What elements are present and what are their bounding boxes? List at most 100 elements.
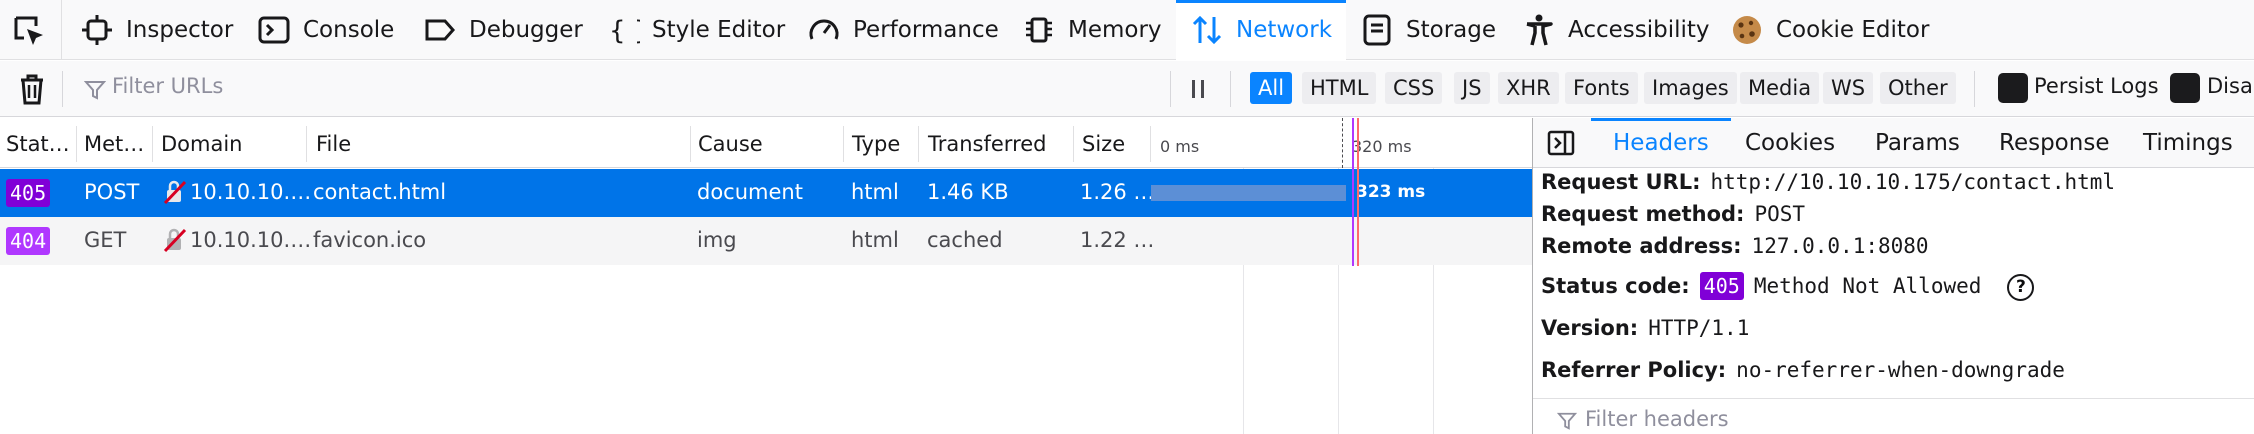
- transferred-cell: 1.46 KB: [927, 180, 1009, 204]
- persist-logs-label: Persist Logs: [2034, 74, 2159, 98]
- column-domain[interactable]: Domain: [161, 132, 243, 156]
- filter-type-xhr[interactable]: XHR: [1498, 72, 1559, 104]
- persist-logs-checkbox[interactable]: [1998, 73, 2028, 103]
- transferred-cell: cached: [927, 228, 1003, 252]
- devtools-toolbar: Inspector Console Debugger { } Style Edi…: [0, 0, 2254, 60]
- remote-address-label: Remote address:: [1541, 234, 1742, 258]
- tab-style-editor[interactable]: { } Style Editor: [606, 0, 785, 60]
- waterfall-tick: 320 ms: [1352, 137, 1412, 156]
- performance-icon: [809, 19, 839, 40]
- filter-type-js[interactable]: JS: [1454, 72, 1490, 104]
- filter-headers-input[interactable]: Filter headers: [1585, 407, 1729, 431]
- tab-accessibility[interactable]: Accessibility: [1522, 0, 1710, 60]
- remote-address-row: Remote address: 127.0.0.1:8080: [1541, 234, 1929, 258]
- file-cell: favicon.ico: [313, 228, 427, 252]
- column-size[interactable]: Size: [1082, 132, 1125, 156]
- version-row: Version: HTTP/1.1: [1541, 316, 1749, 340]
- svg-text:{ }: { }: [609, 16, 640, 46]
- request-method-label: Request method:: [1541, 202, 1745, 226]
- tab-label: Console: [303, 17, 395, 43]
- disable-cache-checkbox[interactable]: [2170, 73, 2200, 103]
- column-type[interactable]: Type: [852, 132, 900, 156]
- referrer-policy-row: Referrer Policy: no-referrer-when-downgra…: [1541, 358, 2065, 382]
- table-row[interactable]: 405 POST 10.10.10.… contact.html documen…: [0, 169, 1532, 217]
- dom-content-loaded-marker: [1352, 118, 1354, 266]
- tab-label: Cookie Editor: [1776, 17, 1930, 43]
- column-divider: [1150, 126, 1151, 162]
- tab-label: Network: [1236, 17, 1333, 43]
- element-picker-button[interactable]: [0, 0, 62, 60]
- filter-type-other[interactable]: Other: [1880, 72, 1956, 104]
- waterfall-time: 323 ms: [1356, 182, 1426, 202]
- method-cell: POST: [84, 180, 140, 204]
- column-transferred[interactable]: Transferred: [928, 132, 1047, 156]
- pause-icon[interactable]: [1190, 79, 1206, 99]
- filter-type-fonts[interactable]: Fonts: [1565, 72, 1638, 104]
- request-method-row: Request method: POST: [1541, 202, 1805, 226]
- filter-type-images[interactable]: Images: [1644, 72, 1737, 104]
- request-url-row: Request URL: http://10.10.10.175/contact.…: [1541, 170, 2115, 194]
- accessibility-icon: [1526, 14, 1553, 46]
- tab-label: Debugger: [469, 17, 583, 43]
- tab-console[interactable]: Console: [257, 0, 394, 60]
- column-divider: [306, 126, 307, 162]
- domain-cell: 10.10.10.…: [190, 180, 312, 204]
- column-cause[interactable]: Cause: [698, 132, 763, 156]
- details-tabs: Headers Cookies Params Response Timings: [1533, 118, 2254, 168]
- request-url-label: Request URL:: [1541, 170, 1701, 194]
- tab-label: Storage: [1406, 17, 1496, 43]
- tab-label: Style Editor: [652, 17, 786, 43]
- filter-type-all[interactable]: All: [1250, 72, 1293, 104]
- insecure-lock-icon: [163, 180, 187, 205]
- column-divider: [690, 126, 691, 162]
- tab-cookie-editor[interactable]: Cookie Editor: [1730, 0, 1929, 60]
- filter-type-css[interactable]: CSS: [1385, 72, 1443, 104]
- tab-debugger[interactable]: Debugger: [423, 0, 583, 60]
- cookie-icon: [1733, 16, 1761, 44]
- tab-network[interactable]: Network: [1176, 0, 1346, 60]
- size-cell: 1.22 …: [1080, 228, 1155, 252]
- column-file[interactable]: File: [316, 132, 351, 156]
- request-method-value: POST: [1754, 202, 1806, 226]
- filter-type-html[interactable]: HTML: [1302, 72, 1377, 104]
- tab-timings[interactable]: Timings: [2143, 118, 2233, 168]
- column-divider: [76, 126, 77, 162]
- filter-type-media[interactable]: Media: [1740, 72, 1820, 104]
- tab-performance[interactable]: Performance: [807, 0, 999, 60]
- tab-headers[interactable]: Headers: [1591, 118, 1731, 168]
- column-method[interactable]: Met…: [84, 132, 144, 156]
- referrer-policy-value: no-referrer-when-downgrade: [1736, 358, 2065, 382]
- column-divider: [1073, 126, 1074, 162]
- version-value: HTTP/1.1: [1648, 316, 1750, 340]
- waterfall-bar: [1151, 185, 1346, 201]
- type-cell: html: [851, 228, 899, 252]
- tab-memory[interactable]: Memory: [1022, 0, 1162, 60]
- filter-urls-input[interactable]: Filter URLs: [112, 74, 1162, 104]
- toggle-panel-icon[interactable]: [1547, 130, 1575, 156]
- clear-requests-icon[interactable]: [14, 71, 50, 107]
- status-text: Method Not Allowed: [1753, 274, 1982, 298]
- waterfall-tick: 0 ms: [1160, 137, 1200, 156]
- filter-type-ws[interactable]: WS: [1823, 72, 1874, 104]
- insecure-lock-icon: [163, 228, 187, 253]
- tab-cookies[interactable]: Cookies: [1745, 118, 1835, 168]
- tab-label: Inspector: [126, 17, 234, 43]
- request-list: Stat… Met… Domain File Cause Type Transf…: [0, 118, 1532, 434]
- disable-cache-label: Disal: [2207, 74, 2254, 98]
- tab-response[interactable]: Response: [1999, 118, 2109, 168]
- storage-icon: [1363, 14, 1391, 46]
- tab-params[interactable]: Params: [1875, 118, 1960, 168]
- filter-headers-bar: Filter headers: [1533, 398, 2254, 434]
- table-row[interactable]: 404 GET 10.10.10.… favicon.ico img html …: [0, 217, 1532, 265]
- help-icon[interactable]: ?: [2007, 273, 2035, 301]
- remote-address-value: 127.0.0.1:8080: [1751, 234, 1929, 258]
- tab-storage[interactable]: Storage: [1360, 0, 1496, 60]
- file-cell: contact.html: [313, 180, 447, 204]
- tab-inspector[interactable]: Inspector: [80, 0, 233, 60]
- cause-cell: img: [697, 228, 737, 252]
- column-status[interactable]: Stat…: [6, 132, 70, 156]
- separator: [1230, 71, 1231, 107]
- cause-cell: document: [697, 180, 803, 204]
- element-picker-icon: [14, 16, 43, 45]
- network-filter-bar: Filter URLs All HTML CSS JS XHR Fonts Im…: [0, 61, 2254, 117]
